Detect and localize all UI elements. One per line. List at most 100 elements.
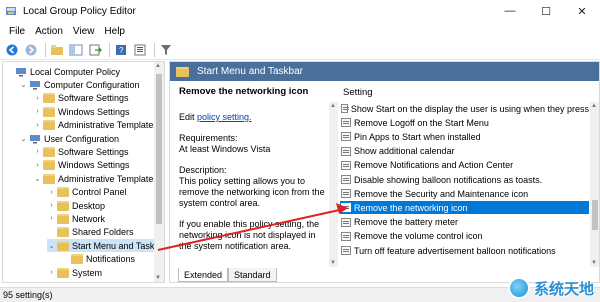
tree-item[interactable]: › Control Panel [47, 186, 127, 199]
setting-row[interactable]: Show Start on the display the user is us… [340, 102, 589, 115]
menu-action[interactable]: Action [30, 26, 68, 37]
settings-scroll-thumb[interactable] [592, 200, 598, 230]
setting-label: Remove the volume control icon [354, 231, 483, 242]
tree-item[interactable]: › Windows Settings [33, 159, 130, 172]
menu-file[interactable]: File [4, 26, 30, 37]
watermark-logo-icon [507, 277, 530, 299]
view-tabs: Extended Standard [178, 268, 277, 282]
description-label: Description: [179, 165, 227, 175]
show-hide-tree-icon[interactable] [68, 42, 84, 58]
tree-item[interactable]: › Network [47, 212, 105, 225]
tree-item[interactable]: › System [47, 266, 102, 279]
tree-scrollbar[interactable]: ▲ ▼ [154, 62, 164, 282]
setting-row[interactable]: Show additional calendar [340, 145, 589, 158]
enable-text: If you enable this policy setting, the n… [179, 219, 320, 251]
setting-row[interactable]: Remove the networking icon [340, 201, 589, 215]
folder-icon [71, 254, 83, 265]
back-icon[interactable] [4, 42, 20, 58]
tree-item[interactable]: ⌄ User Configuration [19, 132, 119, 145]
tree-item[interactable]: › Software Settings [33, 92, 129, 105]
tree-item[interactable]: ⌄ Computer Configuration [19, 78, 140, 91]
title-bar: Local Group Policy Editor — ☐ ✕ [0, 0, 600, 22]
setting-row[interactable]: Remove Logoff on the Start Menu [340, 116, 589, 129]
tree-item-label: Control Panel [72, 187, 127, 198]
edit-policy-link[interactable]: policy setting. [197, 112, 252, 122]
tree-item-label: User Configuration [44, 133, 120, 144]
tree-item-label: Shared Folders [72, 227, 134, 238]
scroll-down-icon[interactable]: ▼ [330, 260, 336, 266]
minimize-button[interactable]: — [492, 0, 528, 22]
edit-prefix: Edit [179, 112, 198, 122]
properties-icon[interactable] [132, 42, 148, 58]
setting-row[interactable]: Remove the volume control icon [340, 230, 589, 243]
expand-toggle-icon[interactable]: ⌄ [47, 242, 56, 250]
tree-item[interactable]: Shared Folders [47, 226, 134, 239]
policy-setting-icon [341, 146, 351, 156]
menu-view[interactable]: View [68, 26, 100, 37]
column-header-setting[interactable]: Setting [340, 84, 589, 100]
close-button[interactable]: ✕ [564, 0, 600, 22]
svg-text:?: ? [119, 46, 124, 55]
folder-icon [43, 106, 55, 117]
policy-setting-icon [341, 246, 351, 255]
watermark: 系统天地 [507, 277, 594, 299]
setting-label: Show additional calendar [354, 146, 455, 157]
tree-item[interactable]: › Software Settings [33, 145, 129, 158]
setting-row[interactable]: Pin Apps to Start when installed [340, 130, 589, 143]
folder-icon [176, 66, 189, 77]
expand-toggle-icon[interactable]: › [47, 189, 56, 196]
policy-setting-icon [341, 203, 351, 213]
folder-icon [57, 187, 69, 198]
tree-item-label: System [72, 267, 103, 278]
help-icon[interactable]: ? [113, 42, 129, 58]
tree-item[interactable]: › Desktop [47, 199, 105, 212]
expand-toggle-icon[interactable]: › [33, 122, 42, 129]
scroll-down-icon[interactable]: ▼ [591, 260, 597, 266]
tab-extended[interactable]: Extended [178, 268, 229, 282]
expand-toggle-icon[interactable]: › [33, 148, 42, 155]
description-scrollbar[interactable]: ▲ ▼ [329, 102, 338, 267]
expand-toggle-icon[interactable]: ⌄ [33, 175, 42, 183]
tree-item[interactable]: Notifications [61, 253, 135, 266]
expand-toggle-icon[interactable]: › [47, 215, 56, 222]
setting-label: Pin Apps to Start when installed [354, 131, 481, 142]
setting-row[interactable]: Remove the battery meter [340, 216, 589, 229]
folder-icon [57, 227, 69, 238]
scroll-down-icon[interactable]: ▼ [155, 275, 161, 281]
expand-toggle-icon[interactable]: › [47, 269, 56, 276]
expand-toggle-icon[interactable]: › [33, 95, 42, 102]
tree-item[interactable]: › Windows Settings [33, 105, 130, 118]
scroll-up-icon[interactable]: ▲ [155, 63, 161, 69]
settings-scrollbar[interactable]: ▲ ▼ [590, 102, 599, 267]
setting-row[interactable]: Remove the Security and Maintenance icon [340, 187, 589, 200]
toolbar-separator [45, 42, 46, 57]
expand-toggle-icon[interactable]: › [47, 202, 56, 209]
expand-toggle-icon[interactable]: ⌄ [19, 135, 28, 143]
export-list-icon[interactable] [87, 42, 103, 58]
tree-scroll-thumb[interactable] [156, 74, 162, 224]
setting-row[interactable]: Remove Notifications and Action Center [340, 159, 589, 172]
expand-toggle-icon[interactable]: ⌄ [19, 81, 28, 89]
scroll-up-icon[interactable]: ▲ [591, 103, 597, 109]
requirements-label: Requirements: [179, 133, 238, 143]
up-folder-icon[interactable] [49, 42, 65, 58]
tree-item[interactable]: Local Computer Policy [5, 65, 120, 78]
tab-standard[interactable]: Standard [228, 268, 277, 282]
filter-icon[interactable] [158, 42, 174, 58]
setting-row[interactable]: Turn off feature advertisement balloon n… [340, 244, 589, 257]
policy-title: Remove the networking icon [179, 86, 309, 97]
tree-item[interactable]: › Administrative Templates [33, 119, 158, 132]
maximize-button[interactable]: ☐ [528, 0, 564, 22]
setting-label: Remove Notifications and Action Center [354, 160, 514, 171]
policy-setting-icon [341, 160, 351, 170]
settings-list[interactable]: Show Start on the display the user is us… [340, 102, 589, 267]
setting-row[interactable]: Disable showing balloon notifications as… [340, 173, 589, 186]
scroll-up-icon[interactable]: ▲ [330, 103, 336, 109]
menu-help[interactable]: Help [99, 26, 130, 37]
expand-toggle-icon[interactable]: › [33, 108, 42, 115]
expand-toggle-icon[interactable]: › [33, 162, 42, 169]
tree-item[interactable]: ⌄ Start Menu and Taskbar [47, 239, 164, 253]
tree-item[interactable]: ⌄ Administrative Templates [33, 172, 158, 185]
forward-icon[interactable] [23, 42, 39, 58]
navigation-tree[interactable]: Local Computer Policy ⌄ Computer Configura… [2, 61, 165, 283]
